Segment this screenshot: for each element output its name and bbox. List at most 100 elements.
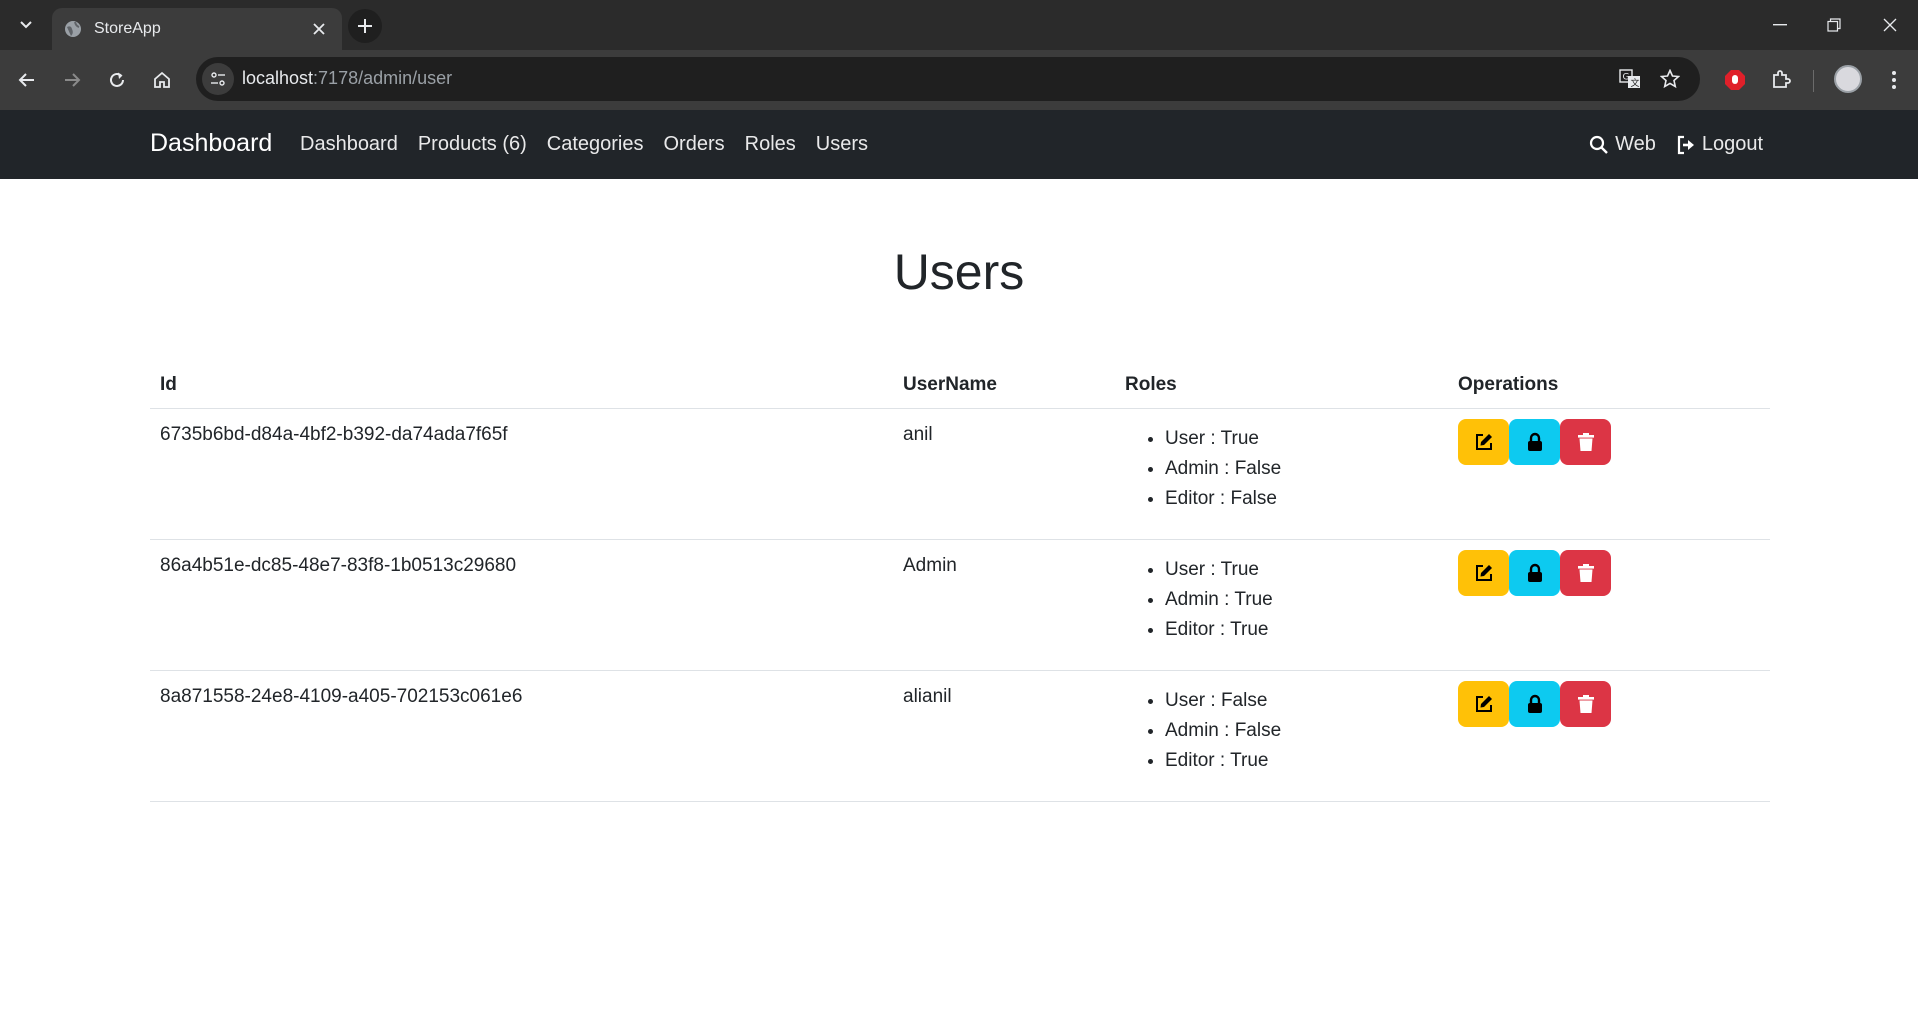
column-header-operations: Operations xyxy=(1448,368,1770,409)
table-row: 6735b6bd-d84a-4bf2-b392-da74ada7f65f ani… xyxy=(150,408,1770,540)
nav-link-dashboard[interactable]: Dashboard xyxy=(300,133,398,156)
nav-link-orders[interactable]: Orders xyxy=(664,133,725,156)
roles-list: User : True Admin : False Editor : False xyxy=(1125,424,1438,514)
column-header-username: UserName xyxy=(893,368,1115,409)
column-header-roles: Roles xyxy=(1115,368,1448,409)
role-item: Admin : False xyxy=(1165,716,1438,746)
roles-cell: User : False Admin : False Editor : True xyxy=(1115,670,1448,802)
minimize-icon xyxy=(1773,24,1787,26)
app-navbar: Dashboard Dashboard Products (6) Categor… xyxy=(0,110,1918,179)
reload-icon xyxy=(110,72,124,87)
url-host: localhost xyxy=(242,68,314,88)
lock-icon xyxy=(1527,694,1542,713)
edit-icon xyxy=(1475,434,1492,450)
globe-icon xyxy=(64,20,82,38)
delete-user-button[interactable] xyxy=(1560,419,1611,465)
edit-user-button[interactable] xyxy=(1458,681,1509,727)
table-row: 86a4b51e-dc85-48e7-83f8-1b0513c29680 Adm… xyxy=(150,539,1770,671)
search-icon xyxy=(1589,135,1608,154)
browser-tab-strip: StoreApp xyxy=(0,0,1918,50)
nav-link-categories[interactable]: Categories xyxy=(547,133,644,156)
edit-icon xyxy=(1475,565,1492,581)
roles-cell: User : True Admin : True Editor : True xyxy=(1115,539,1448,671)
logout-link-label: Logout xyxy=(1701,133,1763,155)
role-item: User : True xyxy=(1165,424,1438,454)
url-text: localhost:7178/admin/user xyxy=(242,68,452,89)
nav-link-products[interactable]: Products (6) xyxy=(418,133,527,156)
delete-user-button[interactable] xyxy=(1560,550,1611,596)
operations-group xyxy=(1458,419,1760,465)
navbar-brand[interactable]: Dashboard xyxy=(150,129,272,158)
trash-icon xyxy=(1577,433,1594,451)
trash-icon xyxy=(1577,564,1594,582)
role-item: Editor : False xyxy=(1165,484,1438,514)
restore-button[interactable] xyxy=(1806,0,1862,50)
reload-button[interactable] xyxy=(100,63,134,97)
roles-list: User : False Admin : False Editor : True xyxy=(1125,686,1438,776)
username-cell: alianil xyxy=(893,670,1115,802)
tab-title: StoreApp xyxy=(94,20,161,37)
role-item: User : True xyxy=(1165,555,1438,585)
trash-icon xyxy=(1577,695,1594,713)
page-title: Users xyxy=(893,244,1025,300)
toolbar-separator xyxy=(1813,70,1814,92)
web-link-label: Web xyxy=(1615,133,1656,155)
chevron-down-icon xyxy=(20,21,32,29)
lock-icon xyxy=(1527,563,1542,582)
address-bar[interactable]: localhost:7178/admin/user G文 xyxy=(196,57,1700,101)
roles-list: User : True Admin : True Editor : True xyxy=(1125,555,1438,645)
role-item: Admin : False xyxy=(1165,454,1438,484)
reset-password-button[interactable] xyxy=(1509,681,1560,727)
home-icon xyxy=(154,71,170,88)
svg-text:文: 文 xyxy=(1631,77,1640,89)
arrow-right-icon xyxy=(65,73,81,87)
close-icon xyxy=(1883,18,1897,32)
operations-group xyxy=(1458,681,1760,727)
new-tab-button[interactable] xyxy=(348,9,382,43)
plus-icon xyxy=(358,19,372,33)
operations-group xyxy=(1458,550,1760,596)
role-item: Admin : True xyxy=(1165,585,1438,615)
edit-icon xyxy=(1475,696,1492,712)
operations-cell xyxy=(1448,539,1770,671)
delete-user-button[interactable] xyxy=(1560,681,1611,727)
translate-icon[interactable]: G文 xyxy=(1616,65,1644,93)
home-button[interactable] xyxy=(145,63,179,97)
navbar-right: Web Logout xyxy=(1589,133,1763,156)
role-item: Editor : True xyxy=(1165,746,1438,776)
logout-link[interactable]: Logout xyxy=(1676,133,1763,156)
forward-button[interactable] xyxy=(55,63,89,97)
operations-cell xyxy=(1448,670,1770,802)
reset-password-button[interactable] xyxy=(1509,419,1560,465)
role-item: User : False xyxy=(1165,686,1438,716)
tab-search-button[interactable] xyxy=(12,12,40,38)
adblock-extension-icon[interactable] xyxy=(1721,66,1749,94)
nav-link-users[interactable]: Users xyxy=(816,133,868,156)
logout-icon xyxy=(1677,135,1694,154)
role-item: Editor : True xyxy=(1165,615,1438,645)
nav-link-roles[interactable]: Roles xyxy=(745,133,796,156)
user-id-cell: 8a871558-24e8-4109-a405-702153c061e6 xyxy=(150,670,893,802)
kebab-menu-icon[interactable] xyxy=(1880,66,1908,94)
edit-user-button[interactable] xyxy=(1458,419,1509,465)
web-link[interactable]: Web xyxy=(1589,133,1656,156)
edit-user-button[interactable] xyxy=(1458,550,1509,596)
minimize-button[interactable] xyxy=(1752,0,1808,50)
profile-avatar[interactable] xyxy=(1834,65,1862,93)
close-icon[interactable] xyxy=(308,18,330,40)
reset-password-button[interactable] xyxy=(1509,550,1560,596)
close-window-button[interactable] xyxy=(1862,0,1918,50)
username-cell: Admin xyxy=(893,539,1115,671)
site-info-icon[interactable] xyxy=(202,63,234,95)
back-button[interactable] xyxy=(10,63,44,97)
user-id-cell: 86a4b51e-dc85-48e7-83f8-1b0513c29680 xyxy=(150,539,893,671)
lock-icon xyxy=(1527,432,1542,451)
username-cell: anil xyxy=(893,408,1115,540)
browser-toolbar: localhost:7178/admin/user G文 xyxy=(0,50,1918,110)
user-id-cell: 6735b6bd-d84a-4bf2-b392-da74ada7f65f xyxy=(150,408,893,540)
operations-cell xyxy=(1448,408,1770,540)
url-path: :7178/admin/user xyxy=(313,68,453,88)
bookmark-star-icon[interactable] xyxy=(1656,65,1684,93)
browser-tab[interactable]: StoreApp xyxy=(52,8,342,50)
extensions-puzzle-icon[interactable] xyxy=(1767,66,1795,94)
